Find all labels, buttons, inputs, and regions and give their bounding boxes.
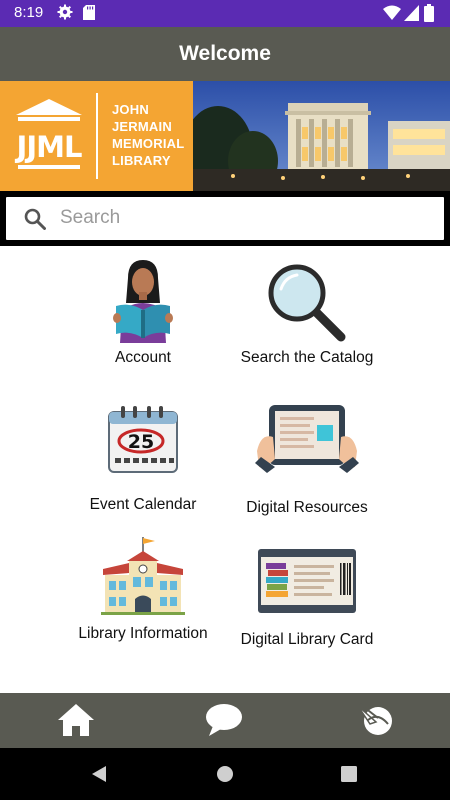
library-logo: JJML JOHN JERMAIN MEMORIAL LIBRARY — [0, 81, 193, 191]
library-information-tile[interactable]: Library Information — [48, 537, 238, 643]
tile-label: Event Calendar — [89, 496, 197, 513]
digital-resources-tile[interactable]: Digital Resources — [212, 403, 402, 517]
calendar-date: 25 — [128, 431, 154, 453]
logo-line: LIBRARY — [112, 153, 171, 168]
sd-card-icon — [83, 5, 95, 20]
tablet-icon — [255, 405, 359, 473]
status-time: 8:19 — [14, 4, 44, 21]
system-navigation-bar — [0, 748, 450, 800]
chat-icon[interactable] — [205, 702, 243, 738]
tile-label: Digital Library Card — [240, 631, 374, 648]
reader-account-icon — [113, 260, 173, 343]
battery-icon — [424, 4, 434, 22]
tile-label: Search the Catalog — [240, 349, 374, 366]
search-bar — [0, 191, 450, 246]
signal-icon — [404, 5, 419, 21]
tile-label: Account — [114, 349, 171, 366]
status-bar: 8:19 — [0, 0, 450, 27]
page-title: Welcome — [179, 42, 271, 65]
digital-library-card-tile[interactable]: Digital Library Card — [212, 549, 402, 649]
library-banner: JJML JOHN JERMAIN MEMORIAL LIBRARY — [0, 81, 450, 191]
search-box[interactable] — [6, 197, 444, 240]
logo-wordmark: JOHN JERMAIN MEMORIAL LIBRARY — [112, 101, 184, 169]
location-icon[interactable] — [356, 702, 394, 738]
gear-icon — [57, 4, 73, 20]
library-logo-mark: JJML — [15, 99, 83, 169]
logo-divider — [96, 93, 98, 179]
search-catalog-tile[interactable]: Search the Catalog — [212, 263, 402, 367]
library-building-icon — [101, 537, 185, 615]
home-circle-icon[interactable] — [216, 765, 234, 783]
search-input[interactable] — [60, 203, 430, 233]
bottom-nav — [0, 693, 450, 748]
tile-label: Library Information — [78, 625, 208, 642]
search-icon — [24, 208, 46, 230]
event-calendar-tile[interactable]: 25 Event Calendar — [48, 404, 238, 514]
library-card-icon — [258, 549, 356, 613]
back-icon[interactable] — [90, 765, 108, 783]
home-icon[interactable] — [57, 702, 95, 738]
app-bar: Welcome — [0, 27, 450, 81]
wifi-icon — [383, 5, 401, 20]
logo-line: JERMAIN — [112, 119, 172, 134]
tile-label: Digital Resources — [246, 499, 368, 516]
logo-monogram: JJML — [15, 130, 82, 164]
library-building-photo — [193, 81, 450, 191]
recents-icon[interactable] — [341, 766, 357, 782]
logo-line: MEMORIAL — [112, 136, 185, 151]
logo-line: JOHN — [112, 102, 149, 117]
account-tile[interactable]: Account — [48, 258, 238, 367]
calendar-icon: 25 — [108, 406, 178, 473]
magnifier-icon — [268, 264, 346, 342]
